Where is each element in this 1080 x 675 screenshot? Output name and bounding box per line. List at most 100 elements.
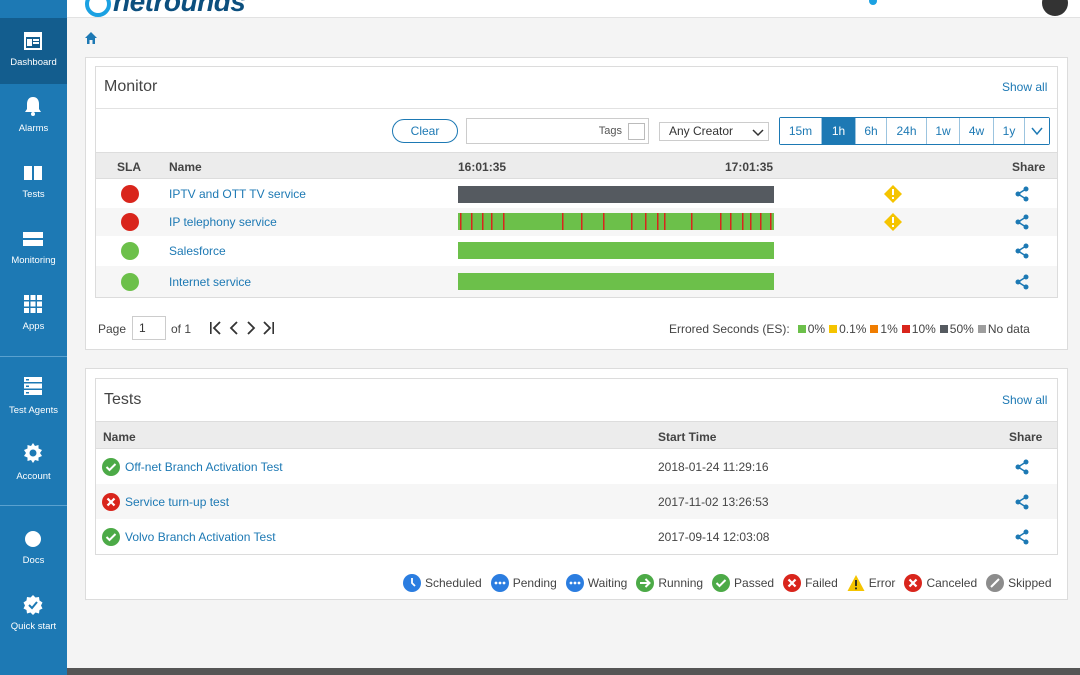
test-name-link[interactable]: Volvo Branch Activation Test	[125, 530, 276, 544]
clear-button[interactable]: Clear	[392, 119, 458, 143]
status-legend-label: Error	[868, 576, 896, 590]
sidebar-item-alarms[interactable]: Alarms	[0, 84, 67, 150]
status-legend-label: Waiting	[587, 576, 628, 590]
home-icon[interactable]	[84, 31, 98, 45]
passed-check-icon	[102, 528, 120, 546]
share-icon[interactable]	[1014, 459, 1030, 475]
tags-checkbox[interactable]	[628, 123, 645, 140]
user-avatar[interactable]	[1042, 0, 1068, 16]
share-icon[interactable]	[1014, 186, 1030, 202]
waiting-icon	[565, 574, 584, 592]
start-time-column-header: Start Time	[658, 430, 717, 444]
creator-select[interactable]: Any Creator	[659, 122, 769, 141]
sidebar-item-label: Dashboard	[10, 57, 57, 68]
next-page-icon[interactable]	[244, 320, 258, 336]
es-timeline-bar	[458, 213, 774, 230]
monitor-name-link[interactable]: IPTV and OTT TV service	[169, 187, 306, 201]
sidebar-item-docs[interactable]: Docs	[0, 516, 67, 582]
prev-page-icon[interactable]	[227, 320, 241, 336]
monitoring-icon	[23, 232, 43, 246]
status-legend-item: Skipped	[986, 574, 1052, 592]
status-legend-label: Failed	[805, 576, 838, 590]
range-1y-button[interactable]: 1y	[994, 118, 1025, 144]
status-legend-item: Scheduled	[403, 574, 482, 592]
share-column-header: Share	[1012, 160, 1046, 174]
sidebar-item-apps[interactable]: Apps	[0, 282, 67, 348]
test-row[interactable]: Off-net Branch Activation Test 2018-01-2…	[96, 449, 1057, 484]
sidebar-item-monitoring[interactable]: Monitoring	[0, 216, 67, 282]
legend-item: 1%	[880, 322, 898, 336]
sidebar-item-tests[interactable]: Tests	[0, 150, 67, 216]
docs-icon	[25, 531, 41, 547]
passed-check-icon	[102, 458, 120, 476]
sidebar: Dashboard Alarms Tests Monitoring Apps T…	[0, 0, 67, 675]
monitor-row[interactable]: IP telephony service	[96, 208, 1057, 236]
last-page-icon[interactable]	[261, 320, 275, 336]
status-legend-label: Canceled	[926, 576, 978, 590]
monitor-show-all-link[interactable]: Show all	[1002, 80, 1047, 94]
test-row[interactable]: Service turn-up test 2017-11-02 13:26:53	[96, 484, 1057, 519]
sidebar-item-label: Tests	[22, 189, 45, 200]
test-name-link[interactable]: Service turn-up test	[125, 495, 229, 509]
share-icon[interactable]	[1014, 529, 1030, 545]
canceled-x-icon	[904, 574, 923, 592]
legend-swatch	[797, 325, 806, 333]
test-start-time: 2017-11-02 13:26:53	[658, 495, 769, 509]
monitor-row[interactable]: Salesforce	[96, 236, 1057, 266]
test-name-link[interactable]: Off-net Branch Activation Test	[125, 460, 283, 474]
sidebar-item-label: Quick start	[10, 621, 57, 632]
name-column-header: Name	[169, 160, 202, 174]
status-legend-item: Error	[847, 574, 896, 592]
range-24h-button[interactable]: 24h	[887, 118, 927, 144]
tags-search-input[interactable]: Tags	[466, 118, 649, 144]
share-icon[interactable]	[1014, 214, 1030, 230]
tests-icon	[24, 166, 42, 180]
monitor-name-link[interactable]: Salesforce	[169, 244, 226, 258]
monitor-row[interactable]: IPTV and OTT TV service	[96, 180, 1057, 208]
sidebar-item-test-agents[interactable]: Test Agents	[0, 366, 67, 432]
test-row[interactable]: Volvo Branch Activation Test 2017-09-14 …	[96, 519, 1057, 554]
range-15m-button[interactable]: 15m	[780, 118, 822, 144]
sidebar-item-label: Monitoring	[11, 255, 56, 266]
monitor-name-link[interactable]: IP telephony service	[169, 215, 277, 229]
range-6h-button[interactable]: 6h	[856, 118, 887, 144]
time-range-selector: 15m 1h 6h 24h 1w 4w 1y	[779, 117, 1050, 145]
legend-swatch	[977, 325, 986, 333]
share-icon[interactable]	[1014, 494, 1030, 510]
logo-ring-icon	[85, 0, 111, 17]
legend-item: 50%	[949, 322, 974, 336]
chevron-down-icon	[752, 129, 764, 137]
range-4w-button[interactable]: 4w	[960, 118, 994, 144]
page-total-label: of 1	[171, 322, 192, 336]
sidebar-item-dashboard[interactable]: Dashboard	[0, 18, 67, 84]
share-icon[interactable]	[1014, 274, 1030, 290]
brand-logo[interactable]: netrounds	[85, 0, 246, 17]
sla-column-header: SLA	[117, 160, 141, 174]
legend-swatch	[901, 325, 910, 333]
monitor-name-link[interactable]: Internet service	[169, 275, 251, 289]
tests-show-all-link[interactable]: Show all	[1002, 393, 1047, 407]
range-1w-button[interactable]: 1w	[927, 118, 960, 144]
es-timeline-bar	[458, 186, 774, 203]
chevron-down-icon	[1031, 127, 1043, 136]
sidebar-item-label: Test Agents	[8, 405, 59, 416]
bottom-bar	[67, 668, 1080, 675]
sla-status-red-icon	[121, 185, 139, 203]
share-icon[interactable]	[1014, 243, 1030, 259]
sidebar-item-quick-start[interactable]: Quick start	[0, 582, 67, 648]
divider	[96, 108, 1057, 109]
range-1h-button[interactable]: 1h	[822, 118, 856, 144]
legend-swatch	[939, 325, 948, 333]
first-page-icon[interactable]	[209, 320, 223, 336]
monitor-row[interactable]: Internet service	[96, 266, 1057, 297]
time-end-header: 17:01:35	[725, 160, 774, 174]
clock-icon	[403, 574, 421, 592]
sidebar-item-account[interactable]: Account	[0, 432, 67, 498]
es-timeline-bar	[458, 242, 774, 259]
creator-select-value: Any Creator	[669, 124, 734, 138]
status-legend-item: Running	[636, 574, 703, 592]
range-more-dropdown[interactable]	[1025, 118, 1049, 144]
monitor-table-header: SLA Name 16:01:35 17:01:35 Share	[96, 152, 1057, 179]
page-number-input[interactable]: 1	[132, 316, 166, 340]
pager-label: Page	[98, 322, 127, 336]
